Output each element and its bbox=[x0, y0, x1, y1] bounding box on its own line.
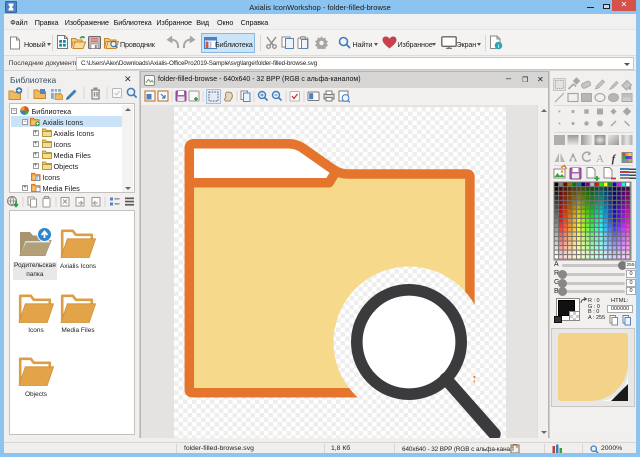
svg-text:i: i bbox=[37, 176, 38, 181]
svg-text:i: i bbox=[498, 43, 500, 50]
